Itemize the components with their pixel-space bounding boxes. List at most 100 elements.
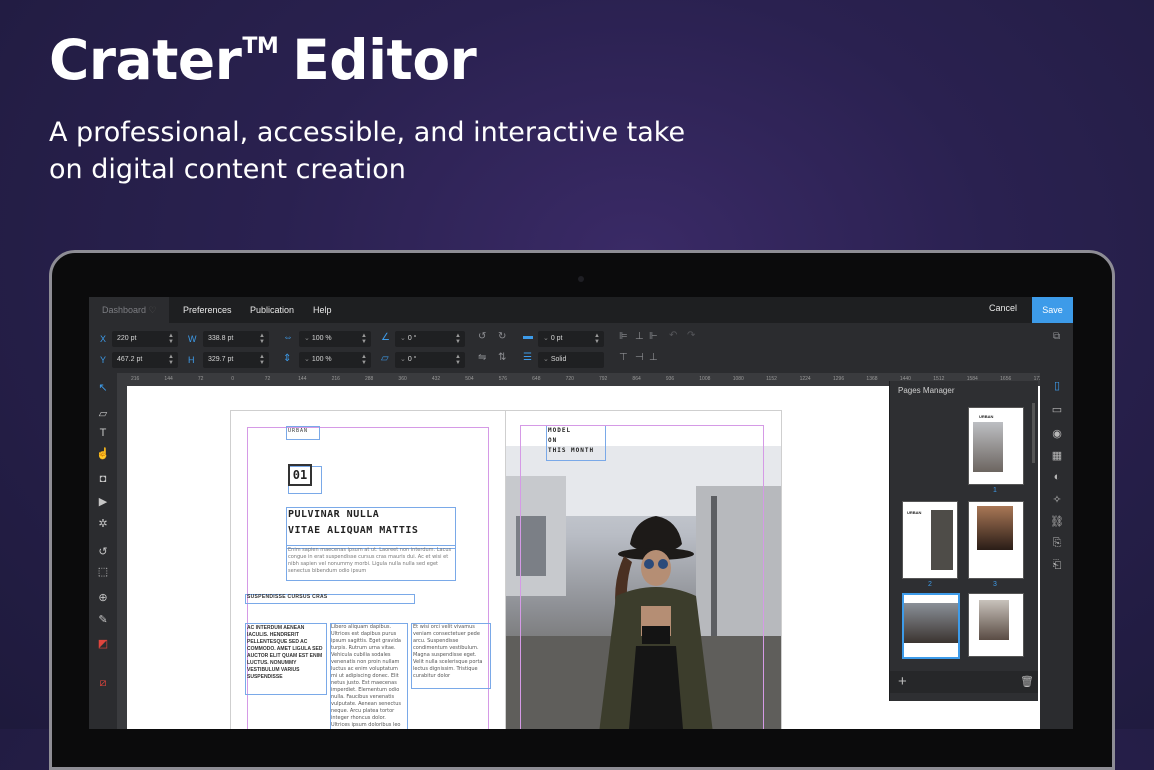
hero-title-text: Crater	[49, 28, 242, 92]
stepper-icon[interactable]: ▲ ▼	[168, 354, 174, 366]
align-top-icon[interactable]: ⊤	[619, 352, 628, 363]
flip-vertical-icon[interactable]: ⇅	[498, 352, 506, 363]
magic-wand-icon[interactable]: ✧	[1050, 493, 1064, 506]
selection-box[interactable]	[411, 623, 491, 689]
export-icon[interactable]: ⎘	[1050, 537, 1064, 550]
chevron-down-icon[interactable]: ⌄	[543, 356, 551, 363]
selection-box[interactable]	[330, 623, 408, 729]
rotate-angle-icon[interactable]: ∠	[381, 332, 390, 343]
align-middle-icon[interactable]: ⊣	[635, 352, 644, 363]
stroke-width-field[interactable]: ⌄ 0 pt ▲ ▼	[538, 331, 604, 347]
page-thumbnail-1[interactable]: URBAN	[968, 407, 1024, 485]
import-icon[interactable]: ⎗	[1050, 559, 1064, 572]
link-icon[interactable]: ⛓	[1050, 515, 1064, 528]
align-right-icon[interactable]: ⊩	[649, 331, 658, 342]
chevron-down-icon[interactable]: ⌄	[543, 335, 551, 342]
x-field[interactable]: 220 pt ▲ ▼	[112, 331, 178, 347]
page-right[interactable]: MODEL ON THIS MONTH	[505, 410, 782, 729]
undo-icon[interactable]: ↶	[669, 330, 677, 341]
stepper-icon[interactable]: ▲ ▼	[455, 333, 461, 345]
trash-icon[interactable]: 🗑	[1020, 675, 1034, 688]
folder-icon[interactable]: ▭	[1050, 403, 1064, 416]
align-center-icon[interactable]: ⊥	[635, 331, 644, 342]
menu-publication[interactable]: Publication	[250, 297, 294, 323]
no-fill-icon[interactable]: ⧄	[95, 677, 111, 690]
chevron-down-icon[interactable]: ⌄	[304, 335, 312, 342]
align-left-icon[interactable]: ⊫	[619, 331, 628, 342]
scale-height-icon[interactable]: ⇕	[283, 353, 291, 364]
stroke-weight-icon[interactable]: ▬	[523, 331, 533, 342]
ruler-vertical	[117, 373, 127, 729]
lead-paragraph[interactable]: Enim sapien maecenas ipsum at ut. Laoree…	[288, 547, 453, 579]
skew-icon[interactable]: ▱	[381, 353, 389, 364]
page-thumbnail-3[interactable]	[968, 501, 1024, 579]
margin-guide	[520, 425, 764, 729]
align-bottom-icon[interactable]: ⊥	[649, 352, 658, 363]
stroke-style-icon[interactable]: ☰	[523, 352, 532, 363]
page-thumbnail-5[interactable]	[968, 593, 1024, 657]
selection-box[interactable]	[245, 623, 327, 695]
shape-tool-icon[interactable]: ▱	[95, 407, 111, 420]
chevron-down-icon[interactable]: ⌄	[304, 356, 312, 363]
stepper-icon[interactable]: ▲ ▼	[168, 333, 174, 345]
cancel-button[interactable]: Cancel	[989, 303, 1017, 313]
stepper-icon[interactable]: ▲ ▼	[361, 354, 367, 366]
h-field[interactable]: 329.7 pt ▲ ▼	[203, 352, 269, 368]
y-field[interactable]: 467.2 pt ▲ ▼	[112, 352, 178, 368]
pages-manager-title: Pages Manager	[898, 386, 955, 395]
ruler-tick-label: 1224	[799, 376, 811, 382]
skew-field[interactable]: ⌄ 0 ° ▲ ▼	[395, 352, 465, 368]
stepper-icon[interactable]: ▲ ▼	[594, 333, 600, 345]
rotate-tool-icon[interactable]: ↺	[95, 545, 111, 558]
select-arrow-icon[interactable]: ↖	[95, 381, 111, 394]
rotate-right-icon[interactable]: ↻	[498, 331, 506, 342]
page-left[interactable]: URBAN 01 PULVINAR NULLA VITAE ALIQUAM MAT…	[230, 410, 507, 729]
redo-icon[interactable]: ↷	[687, 330, 695, 341]
menu-help[interactable]: Help	[313, 297, 332, 323]
chevron-down-icon[interactable]: ⌄	[400, 356, 408, 363]
crop-icon[interactable]: ⬚	[95, 565, 111, 578]
widget-icon[interactable]: ✲	[95, 517, 111, 530]
menu-preferences[interactable]: Preferences	[183, 297, 232, 323]
headline[interactable]: PULVINAR NULLA VITAE ALIQUAM MATTIS	[288, 507, 458, 539]
video-icon[interactable]: ▶	[95, 495, 111, 508]
stepper-icon[interactable]: ▲ ▼	[259, 354, 265, 366]
rotate-left-icon[interactable]: ↺	[478, 331, 486, 342]
expand-panel-icon[interactable]: ⧉	[1053, 331, 1060, 342]
scale-width-field[interactable]: ⌄ 100 % ▲ ▼	[299, 331, 371, 347]
w-field[interactable]: 338.8 pt ▲ ▼	[203, 331, 269, 347]
brand-text[interactable]: URBAN	[288, 428, 308, 434]
rotate-field[interactable]: ⌄ 0 ° ▲ ▼	[395, 331, 465, 347]
page-thumbnail-4[interactable]	[902, 593, 960, 659]
fill-stroke-icon[interactable]: ◩	[95, 637, 111, 650]
stepper-icon[interactable]: ▲ ▼	[455, 354, 461, 366]
menu-dashboard[interactable]: Dashboard ♡	[89, 297, 169, 323]
stepper-icon[interactable]: ▲ ▼	[259, 333, 265, 345]
flip-horizontal-icon[interactable]: ⇋	[478, 352, 486, 363]
chevron-down-icon[interactable]: ⌄	[400, 335, 408, 342]
ruler-tick-label: 936	[665, 376, 675, 382]
color-icon[interactable]: ◐	[1050, 471, 1064, 483]
add-page-icon[interactable]: +	[898, 673, 907, 690]
x-value: 220 pt	[117, 335, 137, 342]
text-tool-icon[interactable]: T	[95, 427, 111, 439]
stroke-style-field[interactable]: ⌄ Solid	[538, 352, 604, 368]
subheading[interactable]: SUSPENDISSE CURSUS CRAS	[247, 594, 328, 600]
zoom-icon[interactable]: ⊕	[95, 591, 111, 604]
document-canvas[interactable]: URBAN 01 PULVINAR NULLA VITAE ALIQUAM MAT…	[127, 381, 1073, 729]
pages-icon[interactable]: ▯	[1050, 379, 1064, 392]
scrollbar[interactable]	[1032, 403, 1035, 463]
scale-width-icon[interactable]: ⇔	[283, 332, 293, 343]
page-thumbnail-2[interactable]: URBAN	[902, 501, 958, 579]
hero-subtitle: A professional, accessible, and interact…	[49, 117, 686, 185]
camera-icon[interactable]: ◘	[95, 473, 111, 485]
hand-tool-icon[interactable]: ☝	[95, 447, 111, 460]
grid-icon[interactable]: ▦	[1050, 449, 1064, 462]
scale-height-field[interactable]: ⌄ 100 % ▲ ▼	[299, 352, 371, 368]
issue-number[interactable]: 01	[288, 464, 312, 486]
eyedropper-icon[interactable]: ✎	[95, 613, 111, 626]
eye-icon[interactable]: ◉	[1050, 427, 1064, 440]
w-value: 338.8 pt	[208, 335, 234, 342]
stepper-icon[interactable]: ▲ ▼	[361, 333, 367, 345]
save-button[interactable]: Save	[1032, 297, 1073, 323]
